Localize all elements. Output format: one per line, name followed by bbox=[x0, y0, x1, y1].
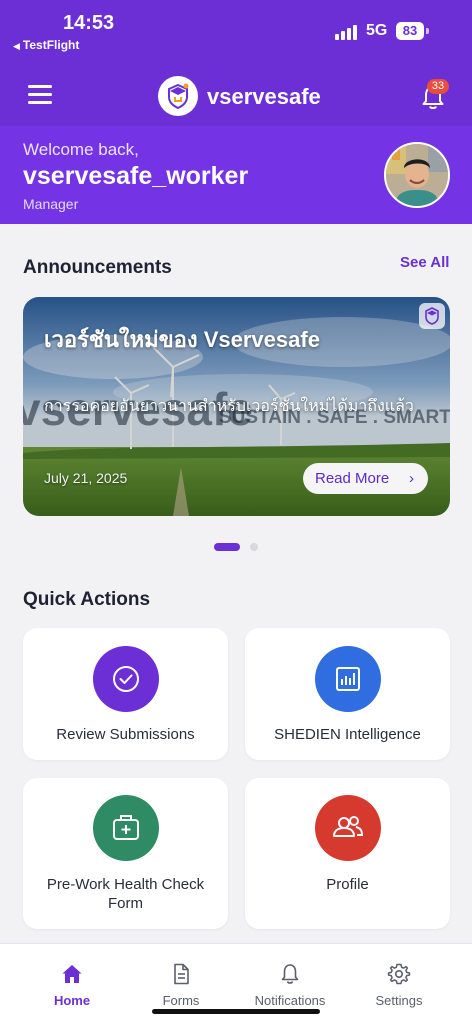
banner-logo-icon bbox=[419, 303, 445, 329]
back-app-label: TestFlight bbox=[22, 38, 80, 52]
nav-settings-label: Settings bbox=[375, 993, 423, 1008]
carousel-pagination bbox=[214, 543, 264, 551]
carousel-dot[interactable] bbox=[250, 543, 258, 551]
profile-label: Profile bbox=[326, 876, 369, 893]
back-arrow-icon: ◀ bbox=[13, 41, 20, 51]
document-icon bbox=[174, 963, 189, 985]
profile-card[interactable]: Profile bbox=[245, 778, 450, 929]
announcement-card[interactable]: vservesafe SUSTAIN . SAFE . SMART เวอร์ช… bbox=[23, 297, 450, 516]
status-time: 14:53 bbox=[63, 12, 115, 34]
medical-kit-icon bbox=[93, 795, 159, 861]
shedien-intelligence-label: SHEDIEN Intelligence bbox=[274, 726, 421, 743]
welcome-username: vservesafe_worker bbox=[23, 162, 249, 190]
bar-chart-icon bbox=[315, 646, 381, 712]
home-indicator bbox=[152, 1009, 320, 1014]
nav-home-label: Home bbox=[53, 993, 91, 1008]
notification-count-badge: 33 bbox=[427, 79, 449, 94]
brand-name: vservesafe bbox=[207, 84, 321, 109]
brand-logo-icon bbox=[158, 76, 198, 116]
network-type: 5G bbox=[366, 22, 388, 39]
battery-icon: 83 bbox=[396, 22, 424, 40]
bell-icon bbox=[281, 964, 299, 984]
welcome-role: Manager bbox=[23, 196, 79, 212]
chevron-right-icon: › bbox=[409, 470, 414, 487]
cellular-signal-icon bbox=[335, 24, 359, 40]
pre-work-health-check-card[interactable]: Pre-Work Health Check Form bbox=[23, 778, 228, 929]
nav-forms[interactable]: Forms bbox=[133, 944, 229, 1014]
quick-actions-title: Quick Actions bbox=[23, 589, 151, 610]
app-header: vservesafe bbox=[0, 62, 472, 126]
announcement-title: เวอร์ชันใหม่ของ Vservesafe bbox=[44, 327, 320, 352]
read-more-label: Read More bbox=[315, 470, 390, 487]
nav-notifications-label: Notifications bbox=[254, 993, 326, 1008]
check-circle-icon bbox=[93, 646, 159, 712]
battery-tip bbox=[426, 28, 429, 34]
welcome-panel: Welcome back, vservesafe_worker Manager bbox=[0, 126, 472, 224]
announcement-date: July 21, 2025 bbox=[44, 470, 128, 486]
nav-notifications[interactable]: Notifications bbox=[242, 944, 338, 1014]
users-icon bbox=[315, 795, 381, 861]
review-submissions-label: Review Submissions bbox=[56, 726, 195, 743]
back-to-app-link[interactable]: ◀ TestFlight bbox=[13, 38, 79, 52]
home-icon bbox=[62, 965, 82, 983]
nav-forms-label: Forms bbox=[162, 993, 200, 1008]
welcome-greeting: Welcome back, bbox=[23, 140, 139, 159]
nav-home[interactable]: Home bbox=[24, 944, 120, 1014]
nav-settings[interactable]: Settings bbox=[351, 944, 447, 1014]
menu-button[interactable] bbox=[28, 85, 54, 105]
gear-icon bbox=[387, 963, 411, 985]
status-bar: 14:53 ◀ TestFlight 5G 83 bbox=[0, 0, 472, 62]
announcements-title: Announcements bbox=[23, 257, 172, 278]
shedien-intelligence-card[interactable]: SHEDIEN Intelligence bbox=[245, 628, 450, 760]
read-more-button[interactable]: Read More › bbox=[303, 463, 428, 494]
announcement-subtitle: การรอคอยอันยาวนานสำหรับเวอร์ชันใหม่ได้มา… bbox=[44, 398, 414, 415]
review-submissions-card[interactable]: Review Submissions bbox=[23, 628, 228, 760]
see-all-link[interactable]: See All bbox=[400, 254, 449, 271]
avatar[interactable] bbox=[384, 142, 450, 208]
carousel-dot-active[interactable] bbox=[214, 543, 240, 551]
pre-work-health-check-label: Pre-Work Health Check Form bbox=[46, 876, 205, 912]
